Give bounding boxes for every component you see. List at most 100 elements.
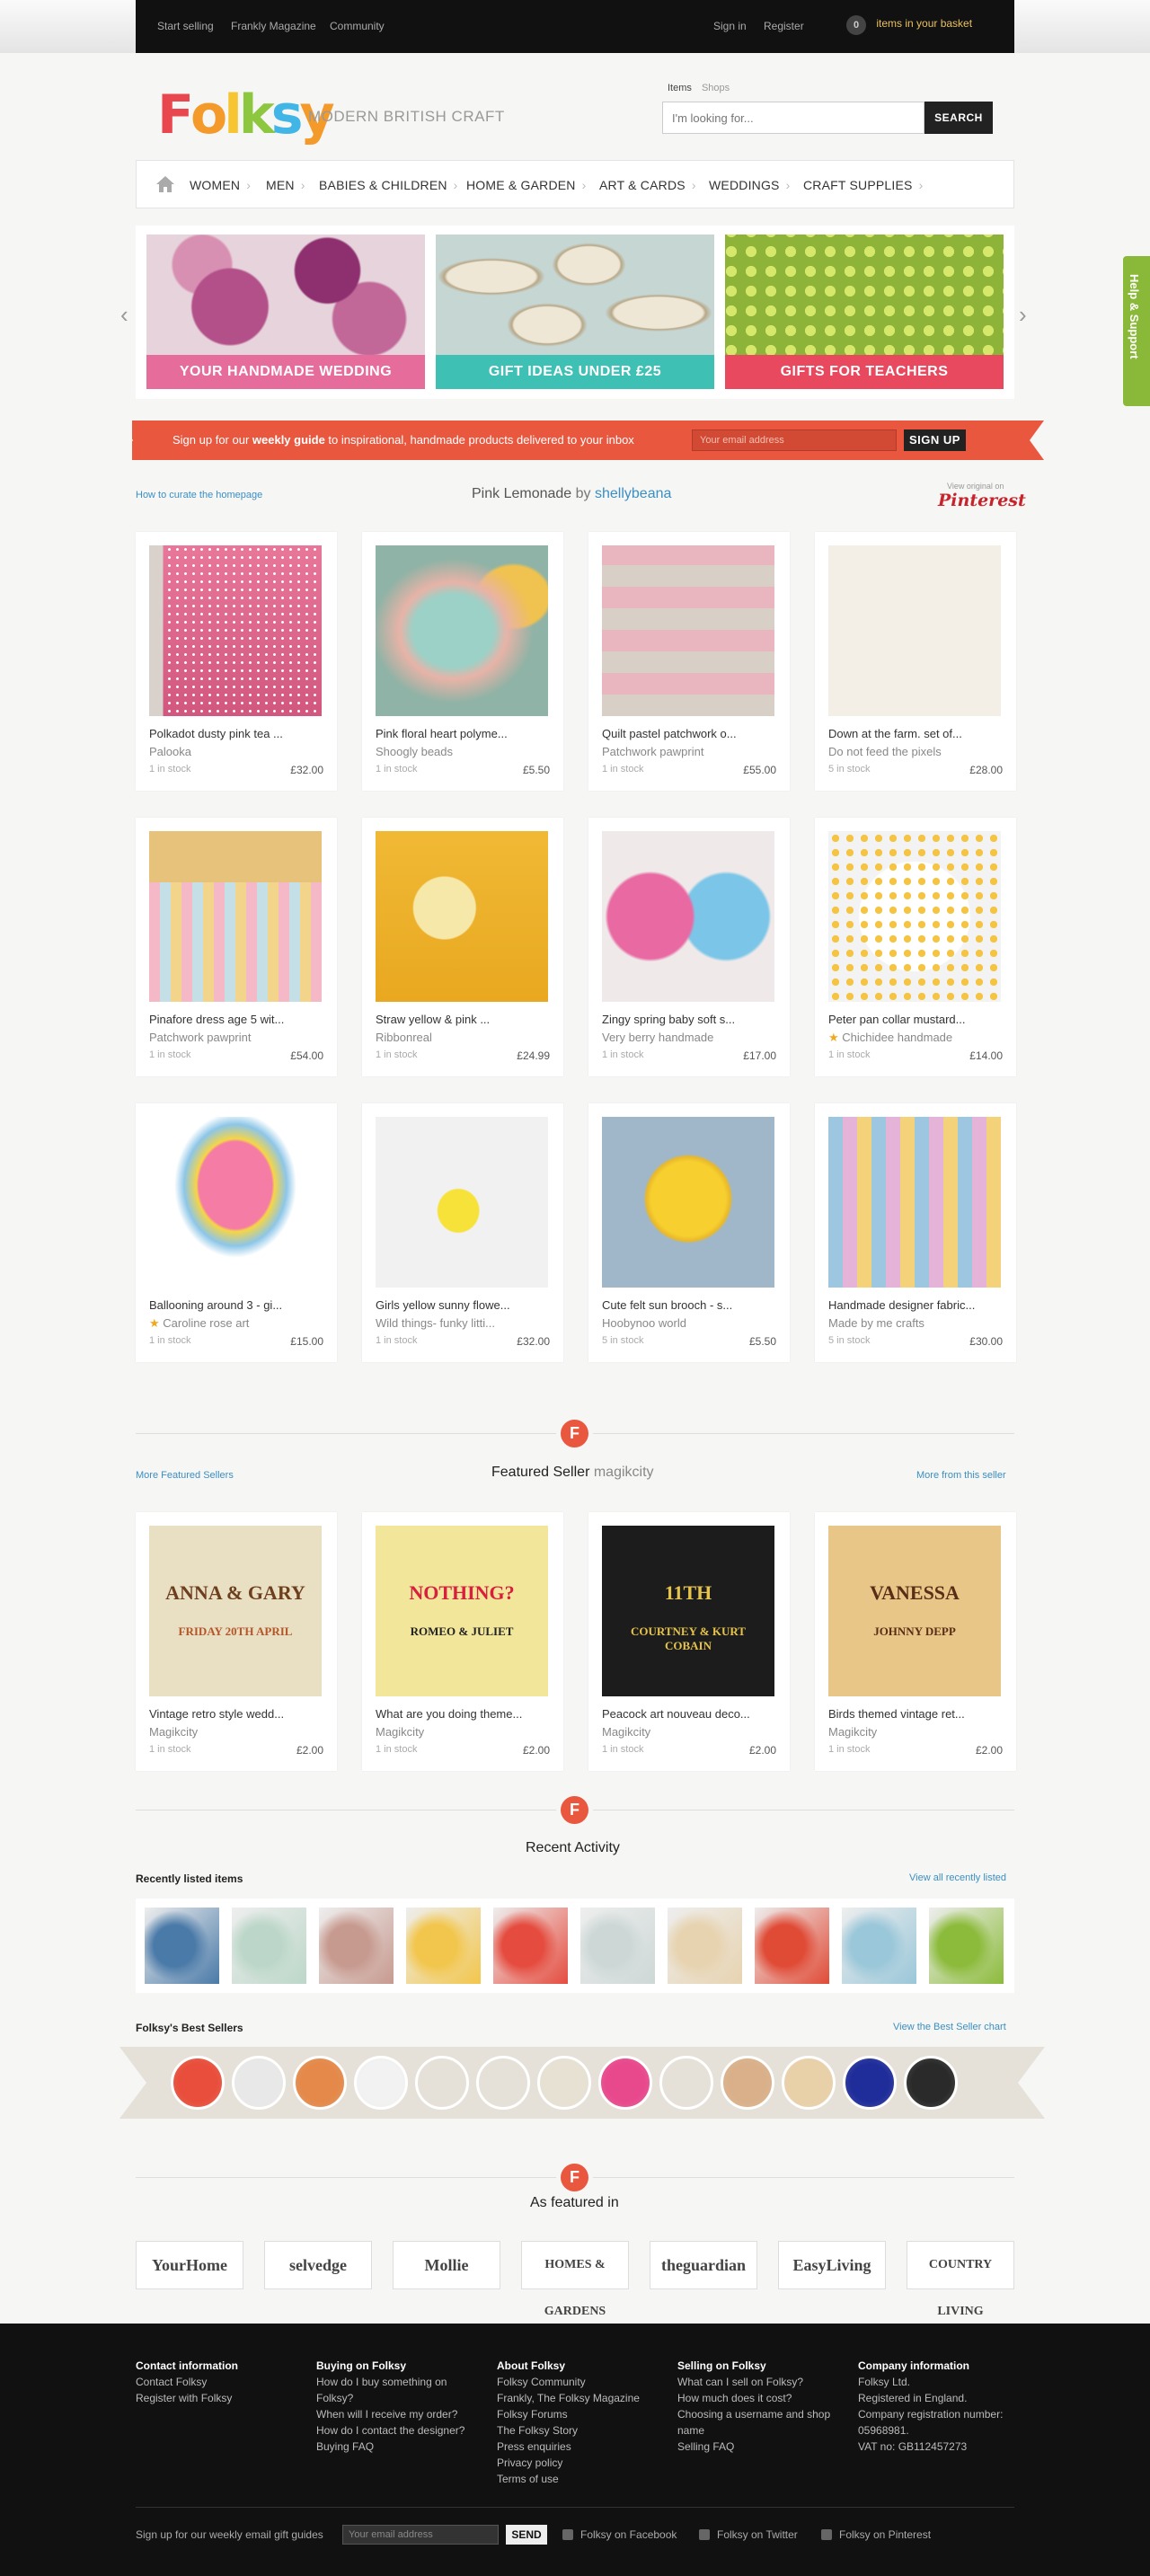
footer-send-button[interactable]: SEND: [506, 2525, 547, 2545]
footer-link[interactable]: Folksy Forums: [497, 2406, 654, 2422]
banner-wedding[interactable]: YOUR HANDMADE WEDDING: [146, 235, 425, 389]
product-title[interactable]: Zingy spring baby soft s...: [602, 1013, 735, 1026]
signup-button[interactable]: SIGN UP: [904, 429, 966, 451]
recent-item-thumbnail[interactable]: [319, 1908, 394, 1984]
product-title[interactable]: Straw yellow & pink ...: [376, 1013, 490, 1026]
product-image[interactable]: [828, 1117, 1001, 1288]
home-icon[interactable]: [156, 176, 174, 192]
tab-shops[interactable]: Shops: [702, 83, 730, 93]
product-card[interactable]: Girls yellow sunny flowe... Wild things- …: [362, 1103, 563, 1362]
product-title[interactable]: Vintage retro style wedd...: [149, 1707, 284, 1721]
nav-babies-children[interactable]: BABIES & CHILDREN: [319, 178, 458, 192]
nav-home-garden[interactable]: HOME & GARDEN: [466, 178, 587, 192]
pinterest-logo[interactable]: Pinterest: [938, 491, 1026, 510]
product-card[interactable]: Straw yellow & pink ... Ribbonreal 1 in st…: [362, 818, 563, 1076]
magazine-link[interactable]: Frankly Magazine: [231, 20, 316, 32]
recent-item-thumbnail[interactable]: [493, 1908, 568, 1984]
product-title[interactable]: Pinafore dress age 5 wit...: [149, 1013, 284, 1026]
footer-link[interactable]: Contact Folksy: [136, 2374, 293, 2390]
product-seller[interactable]: Made by me crafts: [828, 1316, 924, 1330]
sign-in-link[interactable]: Sign in: [713, 20, 747, 32]
product-card[interactable]: Cute felt sun brooch - s... Hoobynoo worl…: [588, 1103, 790, 1362]
more-featured-sellers-link[interactable]: More Featured Sellers: [136, 1470, 234, 1481]
banner-prev-arrow[interactable]: ‹: [120, 301, 128, 329]
product-image[interactable]: [376, 545, 548, 716]
footer-link[interactable]: Buying FAQ: [316, 2439, 473, 2455]
footer-link[interactable]: Selling FAQ: [677, 2439, 835, 2455]
best-seller-chart-link[interactable]: View the Best Seller chart: [893, 2022, 1006, 2032]
product-title[interactable]: What are you doing theme...: [376, 1707, 522, 1721]
product-image[interactable]: [376, 831, 548, 1002]
product-title[interactable]: Pink floral heart polyme...: [376, 727, 508, 740]
product-image[interactable]: [602, 545, 774, 716]
best-seller-avatar[interactable]: [721, 2056, 774, 2110]
product-seller[interactable]: ★ Caroline rose art: [149, 1316, 249, 1331]
product-title[interactable]: Birds themed vintage ret...: [828, 1707, 965, 1721]
product-seller[interactable]: Magikcity: [602, 1725, 650, 1739]
curate-homepage-link[interactable]: How to curate the homepage: [136, 490, 262, 500]
nav-art-cards[interactable]: ART & CARDS: [599, 178, 696, 192]
footer-link[interactable]: What can I sell on Folksy?: [677, 2374, 835, 2390]
best-seller-avatar[interactable]: [904, 2056, 958, 2110]
product-seller[interactable]: Do not feed the pixels: [828, 745, 942, 758]
footer-link[interactable]: Press enquiries: [497, 2439, 654, 2455]
product-seller[interactable]: Wild things- funky litti...: [376, 1316, 495, 1330]
tab-items[interactable]: Items: [668, 83, 692, 93]
product-image[interactable]: [602, 831, 774, 1002]
more-from-seller-link[interactable]: More from this seller: [916, 1470, 1006, 1481]
product-seller[interactable]: Palooka: [149, 745, 191, 758]
product-seller[interactable]: ★ Chichidee handmade: [828, 1031, 952, 1045]
best-seller-avatar[interactable]: [659, 2056, 713, 2110]
product-title[interactable]: Girls yellow sunny flowe...: [376, 1298, 510, 1312]
recent-item-thumbnail[interactable]: [929, 1908, 1004, 1984]
footer-link[interactable]: How do I contact the designer?: [316, 2422, 473, 2439]
product-card[interactable]: Zingy spring baby soft s... Very berry ha…: [588, 818, 790, 1076]
community-link[interactable]: Community: [330, 20, 385, 32]
product-card[interactable]: Pinafore dress age 5 wit... Patchwork paw…: [136, 818, 337, 1076]
nav-craft-supplies[interactable]: CRAFT SUPPLIES: [803, 178, 923, 192]
footer-link[interactable]: How much does it cost?: [677, 2390, 835, 2406]
banner-next-arrow[interactable]: ›: [1019, 301, 1027, 329]
search-button[interactable]: SEARCH: [924, 102, 993, 134]
product-seller[interactable]: Magikcity: [149, 1725, 198, 1739]
pinterest-link[interactable]: Folksy on Pinterest: [821, 2528, 931, 2541]
product-image[interactable]: VANESSA JOHNNY DEPP: [828, 1526, 1001, 1696]
best-seller-avatar[interactable]: [415, 2056, 469, 2110]
product-title[interactable]: Cute felt sun brooch - s...: [602, 1298, 732, 1312]
product-card[interactable]: Pink floral heart polyme... Shoogly beads…: [362, 532, 563, 791]
product-card[interactable]: Ballooning around 3 - gi... ★ Caroline ro…: [136, 1103, 337, 1362]
product-image[interactable]: [149, 1117, 322, 1288]
featured-product-card[interactable]: VANESSA JOHNNY DEPP Birds themed vintage r…: [815, 1512, 1016, 1771]
featured-product-card[interactable]: 11TH COURTNEY & KURT COBAIN Peacock art no…: [588, 1512, 790, 1771]
view-all-recent-link[interactable]: View all recently listed: [909, 1872, 1006, 1883]
product-seller[interactable]: Shoogly beads: [376, 745, 453, 758]
product-seller[interactable]: Patchwork pawprint: [149, 1031, 251, 1044]
best-seller-avatar[interactable]: [537, 2056, 591, 2110]
product-title[interactable]: Handmade designer fabric...: [828, 1298, 975, 1312]
best-seller-avatar[interactable]: [782, 2056, 836, 2110]
footer-link[interactable]: When will I receive my order?: [316, 2406, 473, 2422]
featured-seller-link[interactable]: magikcity: [594, 1465, 654, 1480]
footer-link[interactable]: Register with Folksy: [136, 2390, 293, 2406]
product-title[interactable]: Polkadot dusty pink tea ...: [149, 727, 283, 740]
start-selling-link[interactable]: Start selling: [157, 20, 214, 32]
nav-weddings[interactable]: WEDDINGS: [709, 178, 790, 192]
product-seller[interactable]: Ribbonreal: [376, 1031, 432, 1044]
best-seller-avatar[interactable]: [598, 2056, 652, 2110]
recent-item-thumbnail[interactable]: [668, 1908, 742, 1984]
best-seller-avatar[interactable]: [354, 2056, 408, 2110]
product-title[interactable]: Peacock art nouveau deco...: [602, 1707, 750, 1721]
product-image[interactable]: NOTHING? ROMEO & JULIET: [376, 1526, 548, 1696]
signup-email-input[interactable]: Your email address: [692, 429, 897, 451]
product-image[interactable]: ANNA & GARY FRIDAY 20TH APRIL: [149, 1526, 322, 1696]
product-card[interactable]: Peter pan collar mustard... ★ Chichidee h…: [815, 818, 1016, 1076]
product-seller[interactable]: Magikcity: [828, 1725, 877, 1739]
best-seller-avatar[interactable]: [843, 2056, 897, 2110]
product-seller[interactable]: Very berry handmade: [602, 1031, 713, 1044]
product-seller[interactable]: Patchwork pawprint: [602, 745, 703, 758]
best-seller-avatar[interactable]: [171, 2056, 225, 2110]
footer-link[interactable]: How do I buy something on Folksy?: [316, 2374, 473, 2406]
footer-link[interactable]: Frankly, The Folksy Magazine: [497, 2390, 654, 2406]
recent-item-thumbnail[interactable]: [145, 1908, 219, 1984]
curator-link[interactable]: shellybeana: [595, 486, 671, 501]
